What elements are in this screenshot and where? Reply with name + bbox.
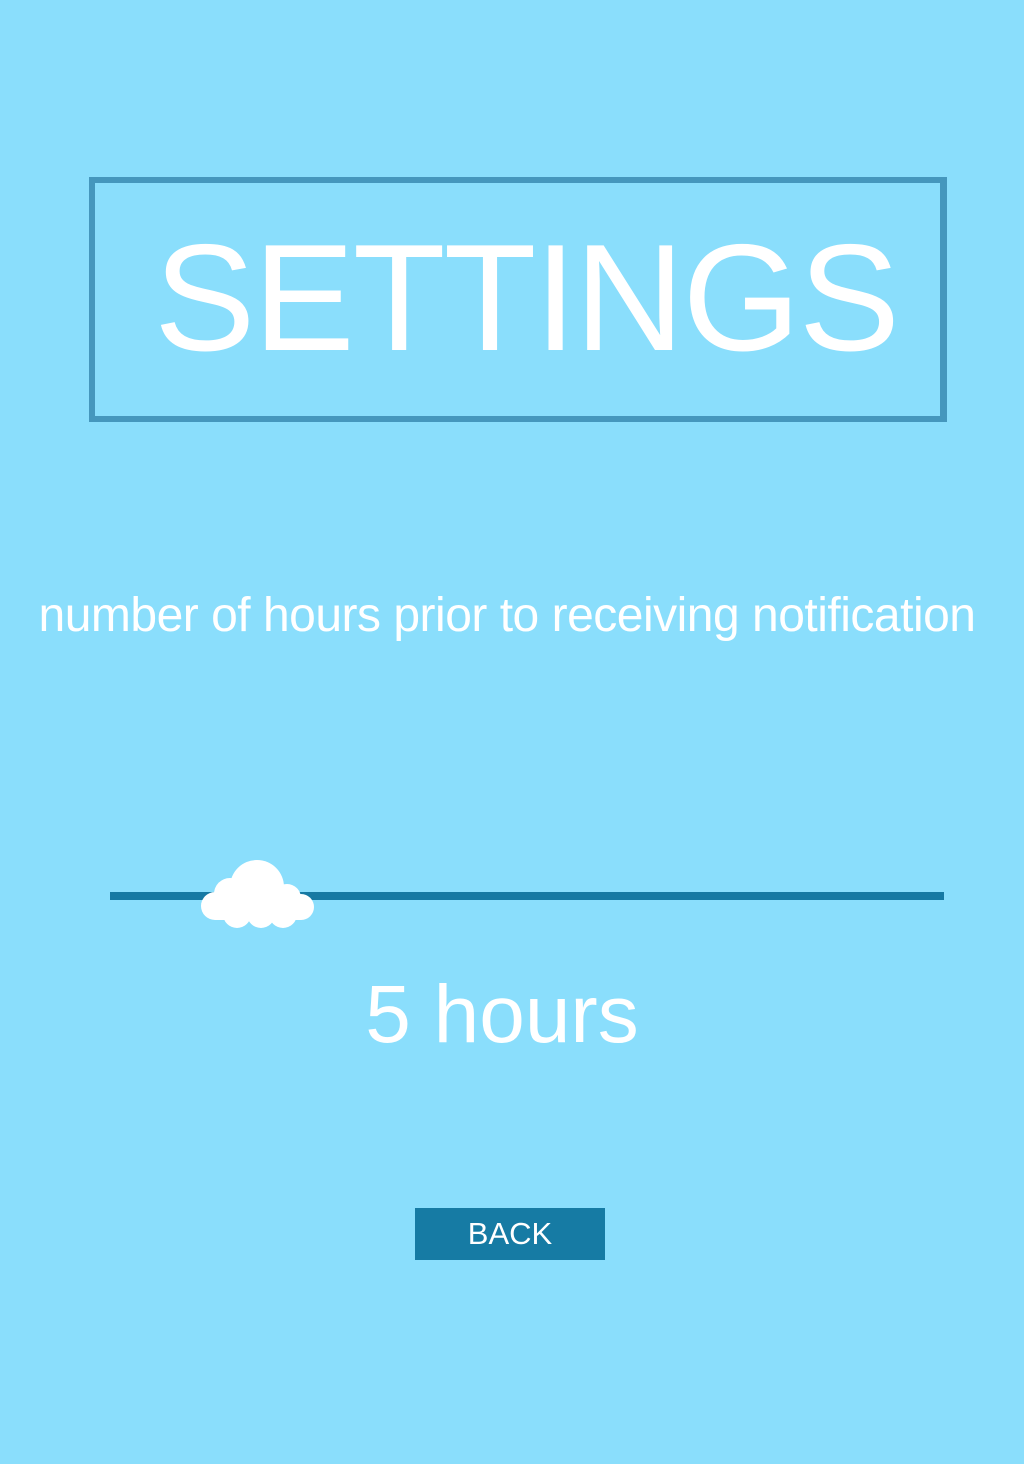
slider-thumb[interactable]	[195, 860, 315, 930]
hours-value-label: 5 hours	[365, 969, 639, 1060]
hours-slider[interactable]	[110, 860, 944, 932]
page-title: SETTINGS	[154, 213, 900, 383]
setting-description: number of hours prior to receiving notif…	[38, 589, 977, 642]
back-button[interactable]: BACK	[415, 1208, 605, 1260]
cloud-icon	[201, 860, 315, 928]
